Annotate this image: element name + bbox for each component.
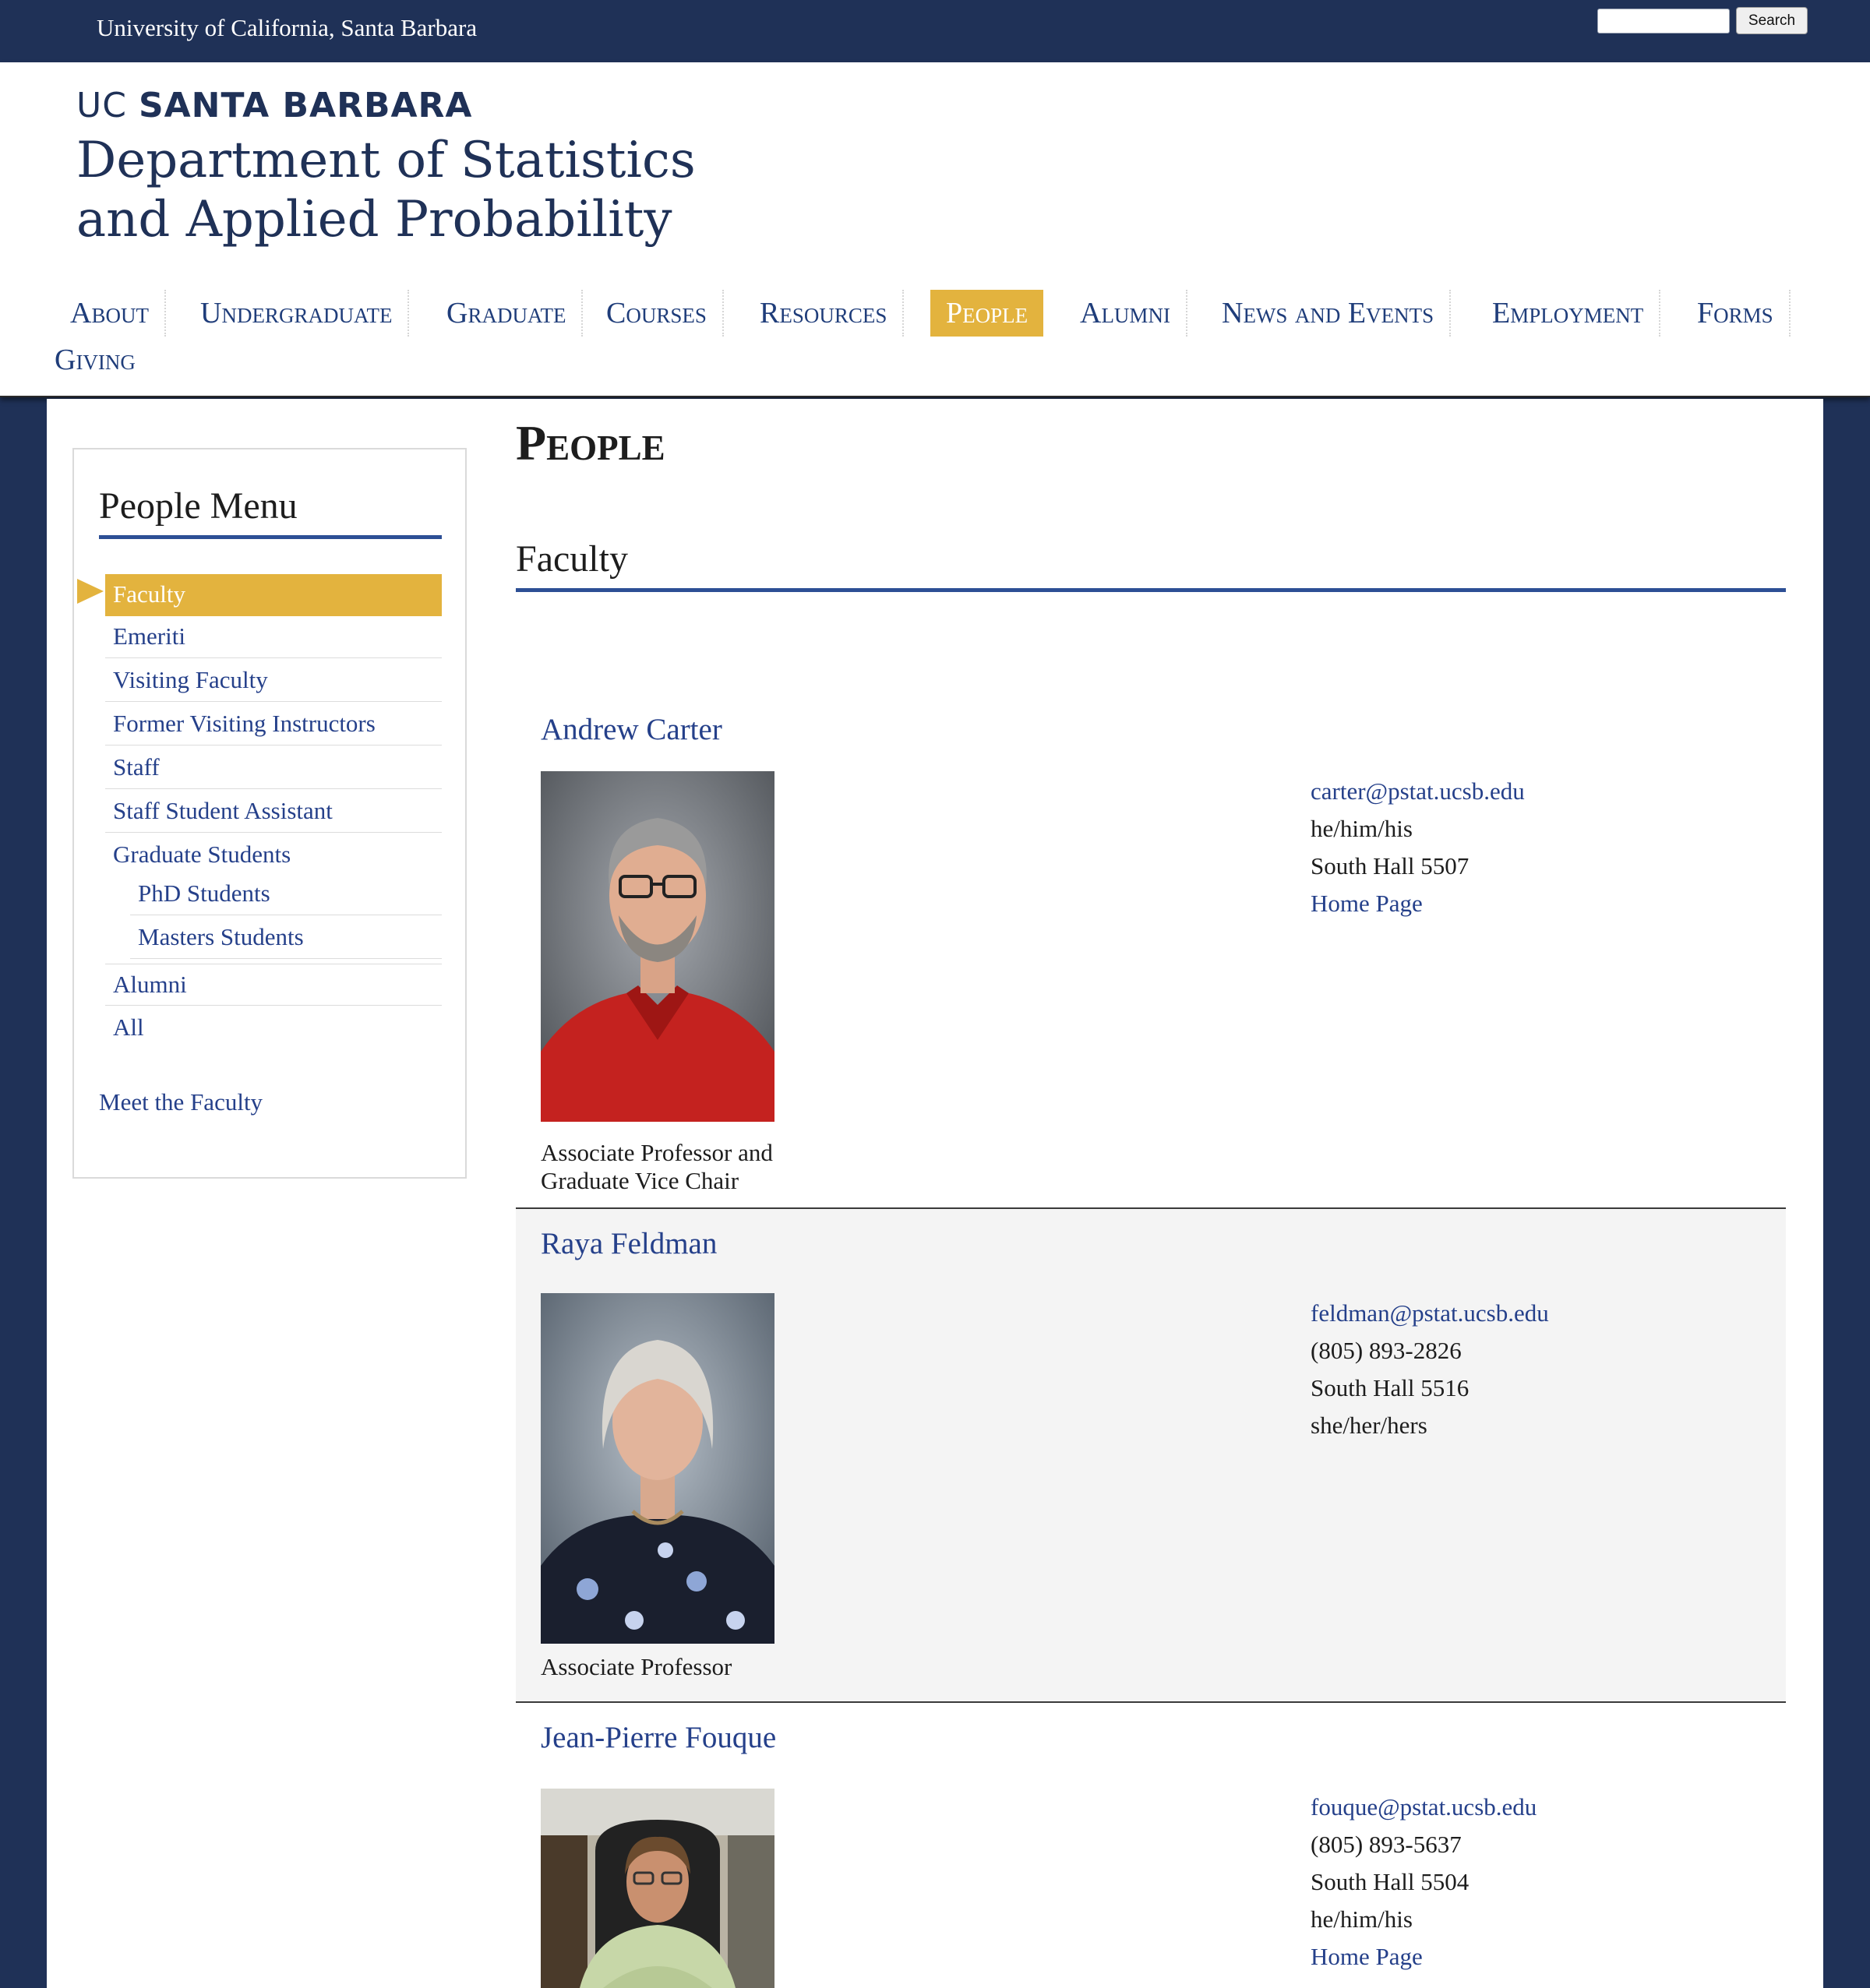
menu-item-phd-students[interactable]: PhD Students — [130, 873, 442, 915]
menu-item-emeriti[interactable]: Emeriti — [105, 616, 442, 658]
faculty-contact: feldman@pstat.ucsb.edu (805) 893-2826 So… — [1311, 1295, 1549, 1444]
site-header: UC SANTA BARBARA Department of Statistic… — [0, 62, 1870, 397]
section-title: Faculty — [516, 538, 628, 580]
nav-people[interactable]: People — [930, 290, 1044, 337]
faculty-email-link[interactable]: feldman@pstat.ucsb.edu — [1311, 1295, 1549, 1332]
faculty-office: South Hall 5504 — [1311, 1868, 1470, 1895]
faculty-contact: carter@pstat.ucsb.edu he/him/his South H… — [1311, 773, 1525, 922]
ucsb-logo[interactable]: UC SANTA BARBARA — [76, 86, 472, 125]
university-link[interactable]: University of California, Santa Barbara — [97, 14, 477, 42]
menu-item-alumni[interactable]: Alumni — [105, 964, 442, 1006]
faculty-pronouns: he/him/his — [1311, 1905, 1413, 1933]
faculty-name[interactable]: Raya Feldman — [541, 1226, 717, 1261]
faculty-contact: fouque@pstat.ucsb.edu (805) 893-5637 Sou… — [1311, 1789, 1537, 1976]
department-title-line1: Department of Statistics — [76, 132, 696, 189]
nav-forms[interactable]: Forms — [1681, 290, 1791, 337]
faculty-card: Jean-Pierre Fouque fouque@pstat.ucsb.edu… — [516, 1703, 1786, 1988]
faculty-photo — [541, 771, 774, 1122]
faculty-card: Andrew Carter Associate Professor and Gr… — [516, 695, 1786, 1209]
nav-courses[interactable]: Courses — [591, 290, 724, 337]
faculty-homepage-link[interactable]: Home Page — [1311, 885, 1525, 922]
menu-item-former-visiting-instructors[interactable]: Former Visiting Instructors — [105, 703, 442, 746]
faculty-homepage-link[interactable]: Home Page — [1311, 1938, 1537, 1976]
faculty-pronouns: she/her/hers — [1311, 1412, 1427, 1439]
nav-undergraduate[interactable]: Undergraduate — [185, 290, 410, 337]
faculty-title-line1: Associate Professor and — [541, 1139, 773, 1166]
nav-news-and-events[interactable]: News and Events — [1206, 290, 1452, 337]
nav-giving[interactable]: Giving — [39, 337, 151, 383]
active-arrow-icon — [77, 579, 104, 604]
faculty-name[interactable]: Jean-Pierre Fouque — [541, 1720, 776, 1755]
department-title-line2: and Applied Probability — [76, 191, 672, 248]
page-title: People — [516, 415, 665, 471]
faculty-title-line1: Associate Professor — [541, 1653, 732, 1680]
top-bar: University of California, Santa Barbara … — [0, 0, 1870, 62]
faculty-phone: (805) 893-5637 — [1311, 1831, 1462, 1858]
menu-item-graduate-students[interactable]: Graduate Students — [105, 834, 442, 876]
faculty-phone: (805) 893-2826 — [1311, 1337, 1462, 1364]
nav-resources[interactable]: Resources — [744, 290, 905, 337]
menu-title-rule — [99, 535, 442, 539]
logo-uc-text: UC — [76, 86, 127, 125]
menu-item-faculty[interactable]: Faculty — [105, 574, 442, 616]
nav-alumni[interactable]: Alumni — [1064, 290, 1187, 337]
faculty-office: South Hall 5516 — [1311, 1374, 1470, 1401]
faculty-card: Raya Feldman Associate Professor feldman… — [516, 1209, 1786, 1703]
search-button[interactable]: Search — [1736, 7, 1808, 34]
faculty-pronouns: he/him/his — [1311, 815, 1413, 842]
search-input[interactable] — [1597, 9, 1730, 33]
nav-employment[interactable]: Employment — [1477, 290, 1661, 337]
faculty-name[interactable]: Andrew Carter — [541, 712, 722, 747]
faculty-title-line2: Graduate Vice Chair — [541, 1167, 739, 1194]
meet-the-faculty-link[interactable]: Meet the Faculty — [99, 1088, 263, 1116]
people-menu: People Menu Faculty Emeriti Visiting Fac… — [72, 448, 467, 1179]
faculty-photo — [541, 1293, 774, 1644]
people-menu-title: People Menu — [99, 485, 298, 527]
nav-about[interactable]: About — [55, 290, 166, 337]
faculty-office: South Hall 5507 — [1311, 852, 1470, 879]
menu-item-masters-students[interactable]: Masters Students — [130, 917, 442, 959]
department-title[interactable]: Department of Statistics and Applied Pro… — [76, 131, 696, 249]
menu-item-staff[interactable]: Staff — [105, 747, 442, 789]
menu-item-staff-student-assistant[interactable]: Staff Student Assistant — [105, 791, 442, 833]
section-rule — [516, 588, 1786, 592]
main-content: People Menu Faculty Emeriti Visiting Fac… — [47, 399, 1823, 1988]
faculty-email-link[interactable]: carter@pstat.ucsb.edu — [1311, 773, 1525, 810]
faculty-photo — [541, 1789, 774, 1988]
logo-campus-text: SANTA BARBARA — [138, 86, 473, 125]
nav-graduate[interactable]: Graduate — [431, 290, 584, 337]
faculty-email-link[interactable]: fouque@pstat.ucsb.edu — [1311, 1789, 1537, 1826]
menu-item-all[interactable]: All — [105, 1007, 442, 1049]
faculty-title: Associate Professor and Graduate Vice Ch… — [541, 1139, 806, 1195]
menu-item-visiting-faculty[interactable]: Visiting Faculty — [105, 660, 442, 702]
faculty-title: Associate Professor — [541, 1653, 806, 1681]
